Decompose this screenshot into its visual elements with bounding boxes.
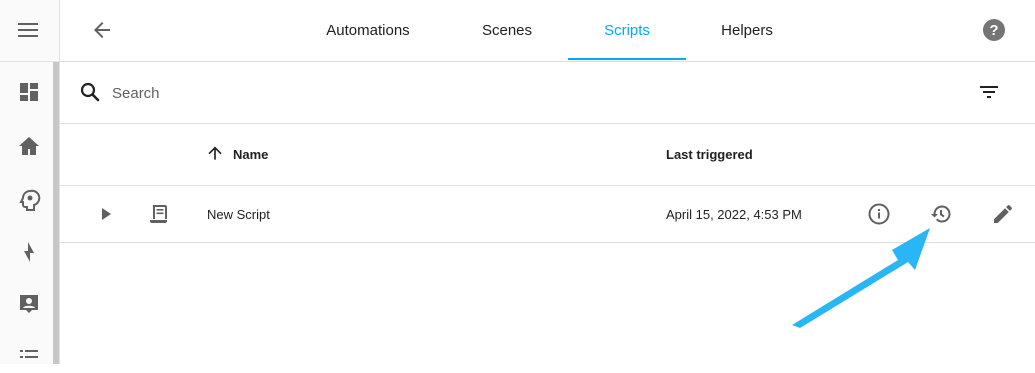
- table-header: Name Last triggered: [60, 124, 1035, 186]
- play-icon[interactable]: [94, 202, 118, 226]
- table-row[interactable]: New Script April 15, 2022, 4:53 PM: [60, 186, 1035, 243]
- column-label: Name: [233, 147, 269, 162]
- history-icon[interactable]: [929, 202, 953, 226]
- menu-icon[interactable]: [17, 20, 41, 40]
- sidebar: [0, 0, 60, 364]
- column-header-last-triggered[interactable]: Last triggered: [666, 124, 753, 185]
- lightning-bolt-icon[interactable]: [14, 237, 44, 267]
- sort-ascending-icon: [205, 143, 225, 166]
- filter-icon[interactable]: [977, 80, 1001, 104]
- tab-automations[interactable]: Automations: [308, 0, 428, 61]
- search-bar: [60, 62, 1035, 124]
- column-label: Last triggered: [666, 147, 753, 162]
- tab-label: Scripts: [604, 22, 650, 39]
- tab-label: Scenes: [481, 22, 533, 39]
- tab-label: Helpers: [721, 22, 773, 39]
- back-arrow-icon[interactable]: [90, 18, 114, 42]
- search-input[interactable]: [110, 78, 514, 108]
- help-circle-icon[interactable]: ?: [982, 18, 1006, 42]
- sidebar-scrollbar[interactable]: [53, 62, 59, 364]
- pencil-icon[interactable]: [991, 202, 1015, 226]
- tab-label: Automations: [326, 22, 410, 39]
- home-icon[interactable]: [14, 131, 44, 161]
- top-bar: Automations Scenes Scripts Helpers ?: [60, 0, 1035, 62]
- active-tab-indicator: [568, 58, 686, 60]
- search-icon: [78, 80, 102, 104]
- last-triggered-value: April 15, 2022, 4:53 PM: [666, 206, 802, 222]
- view-dashboard-icon[interactable]: [14, 77, 44, 107]
- tab-scenes[interactable]: Scenes: [462, 0, 552, 61]
- information-icon[interactable]: [867, 202, 891, 226]
- svg-text:?: ?: [989, 22, 998, 39]
- account-box-icon[interactable]: [14, 289, 44, 319]
- format-list-icon[interactable]: [14, 343, 44, 373]
- tab-scripts[interactable]: Scripts: [568, 0, 686, 61]
- head-gear-icon[interactable]: [14, 185, 44, 215]
- script-text-icon: [147, 202, 171, 226]
- sidebar-divider: [0, 61, 59, 62]
- column-header-name[interactable]: Name: [205, 124, 268, 185]
- script-name: New Script: [207, 206, 270, 222]
- tab-helpers[interactable]: Helpers: [702, 0, 792, 61]
